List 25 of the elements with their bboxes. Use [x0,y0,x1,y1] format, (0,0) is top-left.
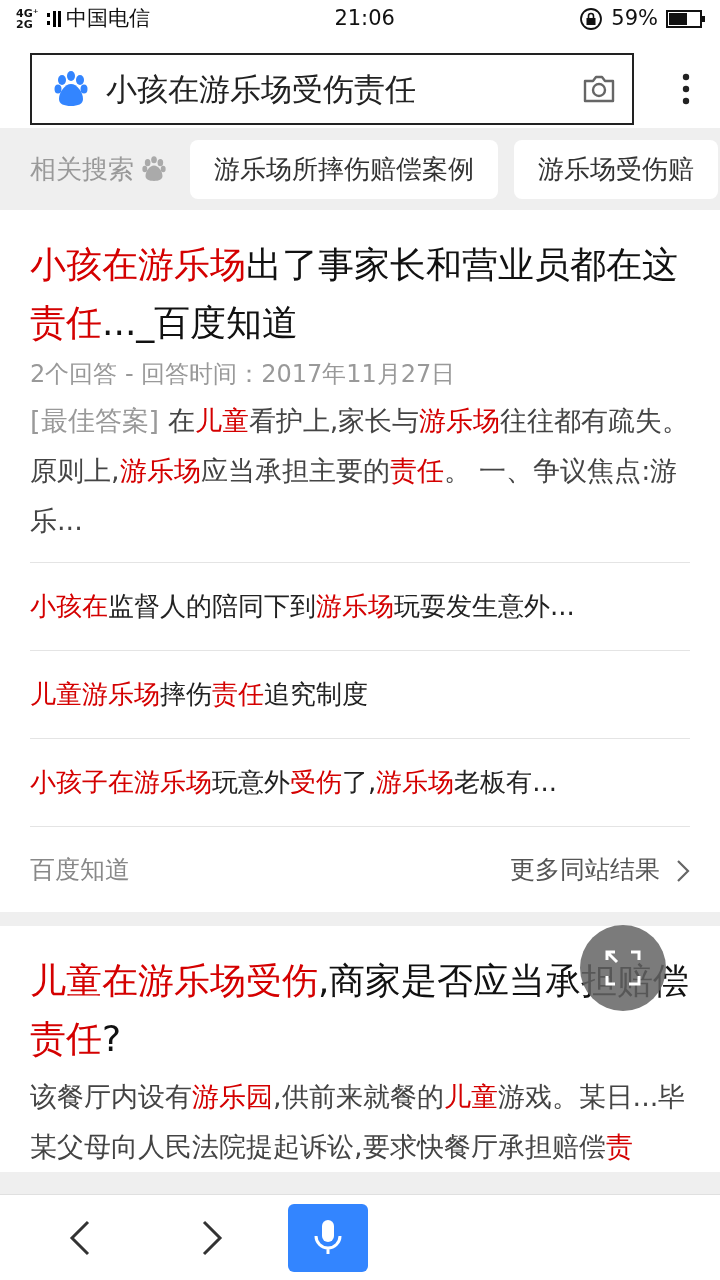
related-search-chip[interactable]: 游乐场所摔伤赔偿案例 [190,139,498,199]
result-meta: 2个回答 - 回答时间：2017年11月27日 [30,359,457,390]
paw-icon [142,156,166,182]
result-title[interactable]: 小孩在游乐场出了事家长和营业员都在这责任..._百度知道 [30,236,690,352]
result-snippet: 该餐厅内设有游乐园,供前来就餐的儿童游戏。某日...毕某父母向人民法院提起诉讼,要求快餐厅承担赔偿责 [30,1080,687,1164]
battery-percent: 59% [611,5,658,33]
voice-search-button[interactable] [288,1203,368,1272]
result-source: 百度知道 [30,853,130,886]
clock: 21:06 [334,5,395,33]
related-search-label: 相关搜索 [30,152,134,186]
more-menu-icon[interactable] [682,73,690,105]
chevron-left-icon [68,1219,92,1256]
search-input[interactable]: 小孩在游乐场受伤责任 [104,64,566,114]
camera-icon[interactable] [582,74,616,104]
related-search-chip[interactable]: 游乐场受伤赔 [514,139,718,199]
paw-logo-icon [54,71,88,107]
search-bar[interactable]: 小孩在游乐场受伤责任 [30,53,634,125]
result-snippet: [最佳答案] 在儿童看护上,家长与游乐场往往都有疏失。原则上,游乐场应当承担主要的责任。 一、争议焦点:游乐... [30,404,690,538]
network-type: 4G⁺ 2G [16,8,40,30]
related-answer-link[interactable]: 小孩子在游乐场玩意外受伤了,游乐场老板有... [30,738,690,826]
more-results-link[interactable]: 更多同站结果 [510,850,690,889]
related-answer-link[interactable]: 儿童游乐场摔伤责任追究制度 [30,650,690,738]
chevron-right-icon [200,1219,224,1256]
carrier-name: 中国电信 [66,5,150,33]
related-answer-link[interactable]: 小孩在监督人的陪同下到游乐场玩耍发生意外... [30,562,690,650]
